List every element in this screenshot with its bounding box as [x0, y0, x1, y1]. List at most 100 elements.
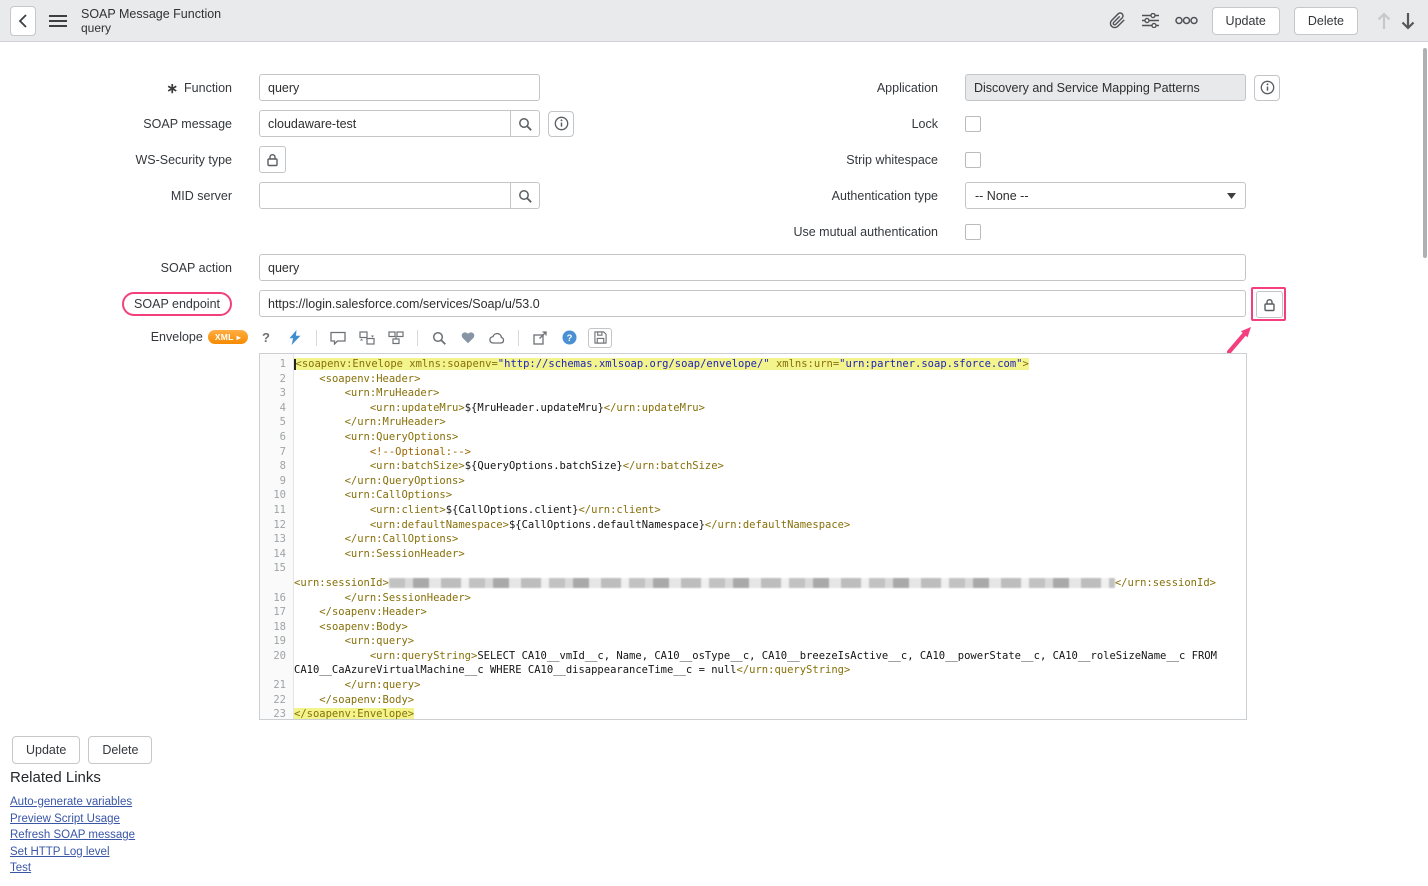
- next-record-icon[interactable]: [1400, 11, 1416, 31]
- help-icon[interactable]: ?: [256, 328, 276, 348]
- favorite-icon[interactable]: [458, 328, 478, 348]
- soap-message-search-button[interactable]: [511, 110, 540, 137]
- code-line[interactable]: 2 <soapenv:Header>: [260, 372, 1246, 387]
- soap-action-label: SOAP action: [0, 261, 232, 275]
- function-input[interactable]: [259, 74, 540, 101]
- code-line[interactable]: 3 <urn:MruHeader>: [260, 386, 1246, 401]
- authentication-type-select[interactable]: -- None --: [965, 182, 1246, 209]
- code-line[interactable]: 19 <urn:query>: [260, 634, 1246, 649]
- code-line[interactable]: 4 <urn:updateMru>${MruHeader.updateMru}<…: [260, 401, 1246, 416]
- code-line[interactable]: 20 <urn:queryString>SELECT CA10__vmId__c…: [260, 649, 1246, 678]
- badge-arrow-icon: ▸: [237, 333, 241, 342]
- code-line[interactable]: 17 </soapenv:Header>: [260, 605, 1246, 620]
- code-line[interactable]: 5 </urn:MruHeader>: [260, 415, 1246, 430]
- form-header: SOAP Message Function query Update Delet…: [0, 0, 1428, 42]
- lock-label: Lock: [648, 117, 938, 131]
- annotation-arrow: [1222, 316, 1262, 356]
- lock-checkbox[interactable]: [965, 116, 981, 132]
- code-line[interactable]: 11 <urn:client>${CallOptions.client}</ur…: [260, 503, 1246, 518]
- delete-button-header[interactable]: Delete: [1294, 7, 1358, 35]
- soap-endpoint-annotation-highlight: SOAP endpoint: [122, 292, 232, 316]
- soap-message-input[interactable]: [259, 110, 511, 137]
- code-line[interactable]: 9 </urn:QueryOptions>: [260, 474, 1246, 489]
- cloud-icon[interactable]: [487, 328, 507, 348]
- strip-whitespace-checkbox[interactable]: [965, 152, 981, 168]
- open-window-icon[interactable]: [530, 328, 550, 348]
- code-line[interactable]: 7 <!--Optional:-->: [260, 445, 1246, 460]
- line-number: 16: [260, 591, 294, 606]
- more-options-icon[interactable]: [1175, 16, 1198, 25]
- code-line[interactable]: 12 <urn:defaultNamespace>${CallOptions.d…: [260, 518, 1246, 533]
- toolbar-separator: [417, 330, 418, 346]
- use-mutual-authentication-label: Use mutual authentication: [648, 225, 938, 239]
- ws-security-type-label: WS-Security type: [0, 153, 232, 167]
- code-line[interactable]: 18 <soapenv:Body>: [260, 620, 1246, 635]
- code-line[interactable]: 1<soapenv:Envelope xmlns:soapenv="http:/…: [260, 357, 1246, 372]
- related-link[interactable]: Refresh SOAP message: [10, 829, 135, 841]
- previous-record-icon: [1376, 11, 1392, 31]
- back-button[interactable]: [10, 6, 36, 36]
- form-row: Application Discovery and Service Mappin…: [648, 74, 1280, 101]
- assist-icon[interactable]: ?: [559, 328, 579, 348]
- line-number: 22: [260, 693, 294, 708]
- search-icon[interactable]: [429, 328, 449, 348]
- code-line[interactable]: 6 <urn:QueryOptions>: [260, 430, 1246, 445]
- form-row: ∗ Function: [0, 74, 540, 101]
- save-icon[interactable]: [588, 328, 612, 348]
- line-number: 5: [260, 415, 294, 430]
- attachment-icon[interactable]: [1109, 12, 1126, 29]
- mid-server-input[interactable]: [259, 182, 511, 209]
- info-icon: [1260, 80, 1275, 95]
- strip-whitespace-label: Strip whitespace: [648, 153, 938, 167]
- envelope-label: Envelope: [151, 330, 203, 344]
- code-line[interactable]: 10 <urn:CallOptions>: [260, 488, 1246, 503]
- code-line[interactable]: 21 </urn:query>: [260, 678, 1246, 693]
- update-button-footer[interactable]: Update: [12, 736, 80, 764]
- comment-icon[interactable]: [328, 328, 348, 348]
- svg-text:?: ?: [566, 333, 572, 344]
- replace-all-icon[interactable]: [386, 328, 406, 348]
- related-link[interactable]: Set HTTP Log level: [10, 846, 135, 858]
- application-field: Discovery and Service Mapping Patterns: [965, 74, 1246, 101]
- use-mutual-authentication-checkbox[interactable]: [965, 224, 981, 240]
- form-row: SOAP message: [0, 110, 574, 137]
- ws-security-lock-button[interactable]: [259, 146, 286, 173]
- soap-message-help-button[interactable]: [548, 111, 574, 137]
- mid-server-search-button[interactable]: [511, 182, 540, 209]
- line-number: 13: [260, 532, 294, 547]
- code-line[interactable]: 22 </soapenv:Body>: [260, 693, 1246, 708]
- replace-icon[interactable]: [357, 328, 377, 348]
- line-number: 18: [260, 620, 294, 635]
- soap-message-label: SOAP message: [0, 117, 232, 131]
- code-line[interactable]: 15<urn:sessionId></urn:sessionId>: [260, 561, 1246, 590]
- application-help-button[interactable]: [1254, 75, 1280, 101]
- code-line[interactable]: 16 </urn:SessionHeader>: [260, 591, 1246, 606]
- soap-action-input[interactable]: [259, 254, 1246, 281]
- related-link[interactable]: Auto-generate variables: [10, 796, 135, 808]
- line-number: 6: [260, 430, 294, 445]
- vertical-scrollbar[interactable]: [1423, 48, 1427, 258]
- form-row: Strip whitespace: [648, 146, 981, 173]
- envelope-editor[interactable]: 1<soapenv:Envelope xmlns:soapenv="http:/…: [259, 353, 1247, 720]
- page-title: SOAP Message Function: [81, 7, 221, 21]
- toolbar-separator: [518, 330, 519, 346]
- personalize-form-icon[interactable]: [1142, 13, 1159, 28]
- code-line[interactable]: 8 <urn:batchSize>${QueryOptions.batchSiz…: [260, 459, 1246, 474]
- line-number: 1: [260, 357, 294, 372]
- delete-button-footer[interactable]: Delete: [88, 736, 152, 764]
- title-block: SOAP Message Function query: [81, 7, 221, 35]
- context-menu-icon[interactable]: [49, 14, 67, 28]
- form-row: Lock: [648, 110, 981, 137]
- format-code-icon[interactable]: [285, 328, 305, 348]
- related-link[interactable]: Test: [10, 862, 135, 874]
- code-line[interactable]: 14 <urn:SessionHeader>: [260, 547, 1246, 562]
- related-link[interactable]: Preview Script Usage: [10, 813, 135, 825]
- code-line[interactable]: 23</soapenv:Envelope>: [260, 707, 1246, 720]
- line-number: 2: [260, 372, 294, 387]
- matching-tag-highlight: <soapenv:Envelope xmlns:soapenv="http://…: [294, 358, 1029, 370]
- code-line[interactable]: 13 </urn:CallOptions>: [260, 532, 1246, 547]
- update-button-header[interactable]: Update: [1212, 7, 1280, 35]
- line-number: 10: [260, 488, 294, 503]
- line-number: 11: [260, 503, 294, 518]
- soap-endpoint-input[interactable]: [259, 290, 1246, 317]
